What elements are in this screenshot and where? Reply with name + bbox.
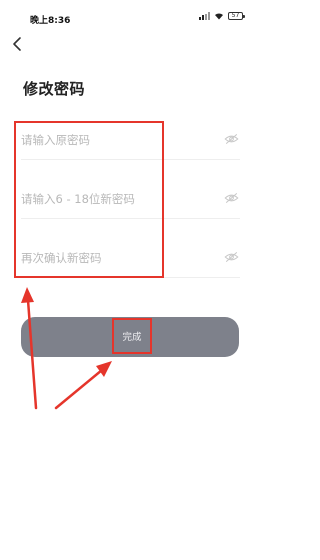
new-password-input[interactable] xyxy=(21,180,211,218)
page-title: 修改密码 xyxy=(23,80,86,98)
status-time: 晚上8:36 xyxy=(30,16,71,26)
signal-icon xyxy=(199,12,210,20)
status-icons: 57 xyxy=(199,12,245,20)
chevron-left-icon xyxy=(13,37,21,51)
back-button[interactable] xyxy=(8,34,28,54)
old-password-input[interactable] xyxy=(21,121,211,159)
submit-highlight-box: 完成 xyxy=(112,318,152,354)
eye-closed-icon[interactable] xyxy=(224,133,239,145)
arrow-up-right-icon xyxy=(54,361,112,410)
old-password-field xyxy=(21,121,240,160)
eye-closed-icon[interactable] xyxy=(224,251,239,263)
wifi-icon xyxy=(215,13,223,20)
confirm-password-input[interactable] xyxy=(21,239,211,277)
submit-label: 完成 xyxy=(122,332,142,343)
eye-closed-icon[interactable] xyxy=(224,192,239,204)
new-password-field xyxy=(21,180,240,219)
confirm-password-field xyxy=(21,239,240,278)
battery-icon: 57 xyxy=(228,12,245,20)
status-bar: 晚上8:36 57 xyxy=(0,0,257,26)
